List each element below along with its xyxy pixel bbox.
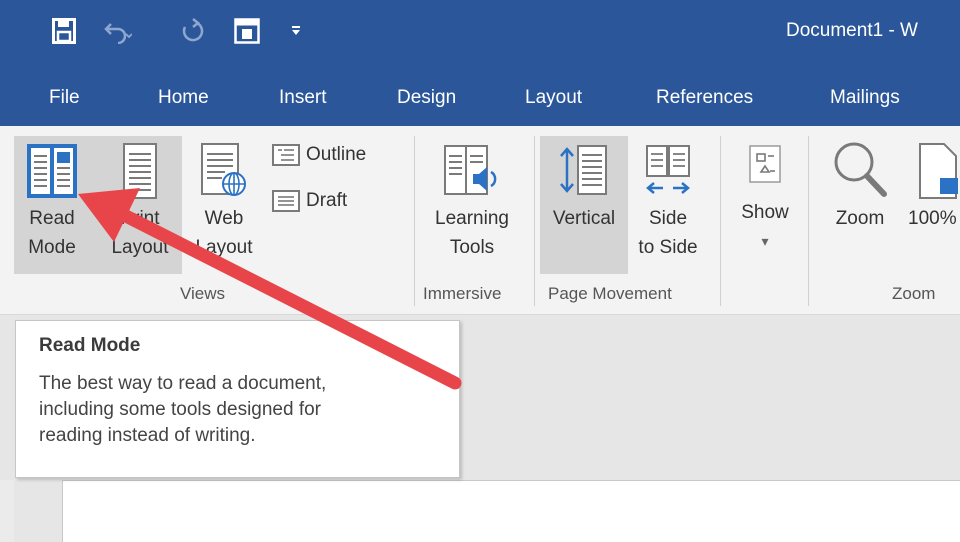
tab-file[interactable]: File: [49, 87, 80, 109]
tooltip-line-1: The best way to read a document,: [39, 373, 327, 394]
side-to-side-label-1: Side: [648, 208, 688, 229]
tooltip-line-2: including some tools designed for: [39, 399, 322, 420]
page-movement-group-label: Page Movement: [548, 284, 672, 303]
web-layout-label-2: Layout: [195, 237, 253, 258]
zoom-group-label: Zoom: [892, 284, 936, 303]
save-icon[interactable]: [52, 18, 76, 49]
redo-icon[interactable]: [180, 18, 206, 49]
tooltip-title: Read Mode: [39, 335, 141, 356]
web-layout-icon: [201, 143, 246, 196]
print-layout-button[interactable]: Print Layout: [104, 136, 176, 262]
zoom-100-button[interactable]: 100%: [908, 136, 960, 233]
zoom-label: Zoom: [835, 208, 885, 229]
tab-references[interactable]: References: [656, 87, 753, 109]
read-mode-button[interactable]: Read Mode: [14, 136, 90, 262]
learning-tools-icon: [444, 145, 497, 195]
customize-qat-icon[interactable]: [290, 24, 302, 42]
show-label: Show: [741, 202, 789, 223]
group-separator: [534, 136, 535, 306]
outline-icon: [272, 144, 300, 166]
group-separator: [720, 136, 721, 306]
show-icon: [749, 145, 781, 183]
undo-icon[interactable]: [104, 18, 133, 49]
ribbon-tab-bar: File Home Insert Design Layout Reference…: [0, 68, 960, 126]
learning-tools-button[interactable]: Learning Tools: [420, 136, 524, 262]
group-separator: [414, 136, 415, 306]
print-layout-label-1: Print: [120, 208, 160, 229]
touch-mode-icon[interactable]: [234, 18, 260, 49]
side-to-side-icon: [646, 145, 690, 194]
immersive-group-label: Immersive: [423, 284, 502, 303]
ribbon: Read Mode Print Layout Web Layout Outlin…: [0, 126, 960, 315]
read-mode-icon: [27, 144, 77, 198]
print-layout-label-2: Layout: [111, 237, 169, 258]
learning-tools-label-2: Tools: [449, 237, 495, 258]
vertical-scroll-icon: [560, 145, 607, 195]
group-separator: [808, 136, 809, 306]
views-group-label: Views: [180, 284, 226, 303]
vertical-ruler: [0, 480, 14, 542]
print-layout-icon: [123, 143, 157, 199]
draft-icon: [272, 190, 300, 212]
zoom-100-label: 100%: [908, 208, 957, 229]
show-button[interactable]: Show ▾: [726, 136, 804, 256]
vertical-label: Vertical: [552, 208, 616, 229]
web-layout-label-1: Web: [204, 208, 244, 229]
tab-layout[interactable]: Layout: [525, 87, 582, 109]
document-page[interactable]: [62, 480, 960, 542]
zoom-button[interactable]: Zoom: [818, 136, 902, 233]
web-layout-button[interactable]: Web Layout: [186, 136, 262, 262]
read-mode-label-1: Read: [29, 208, 75, 229]
learning-tools-label-1: Learning: [435, 208, 509, 229]
tab-mailings[interactable]: Mailings: [830, 87, 900, 109]
read-mode-label-2: Mode: [28, 237, 76, 258]
draft-label: Draft: [306, 190, 348, 211]
tab-home[interactable]: Home: [158, 87, 209, 109]
document-title: Document1 - W: [786, 20, 918, 41]
read-mode-tooltip: Read Mode The best way to read a documen…: [15, 320, 460, 478]
tab-design[interactable]: Design: [397, 87, 456, 109]
draft-button[interactable]: Draft: [272, 190, 347, 212]
tab-insert[interactable]: Insert: [279, 87, 327, 109]
show-dropdown-icon: ▾: [761, 233, 769, 249]
zoom-magnifier-icon: [834, 142, 887, 197]
tooltip-line-3: reading instead of writing.: [39, 425, 256, 446]
side-to-side-button[interactable]: Side to Side: [630, 136, 706, 262]
side-to-side-label-2: to Side: [638, 237, 698, 258]
outline-label: Outline: [306, 144, 367, 165]
outline-button[interactable]: Outline: [272, 144, 366, 166]
zoom-100-icon: [919, 143, 958, 199]
title-bar: Document1 - W: [0, 0, 960, 68]
vertical-button[interactable]: Vertical: [540, 136, 628, 233]
